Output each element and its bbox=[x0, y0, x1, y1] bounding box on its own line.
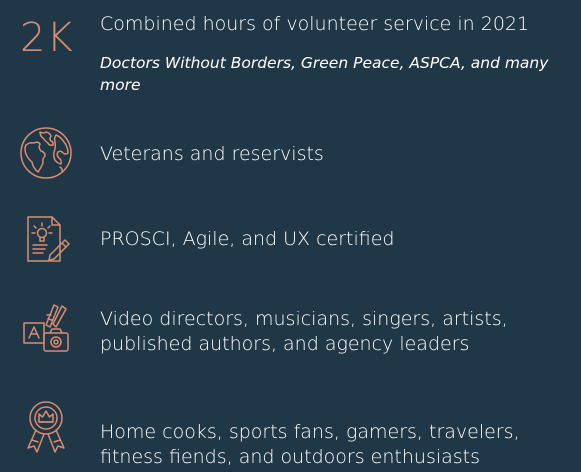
stat-text: Combined hours of volunteer service in 2… bbox=[100, 13, 530, 35]
creative-arts-icon bbox=[18, 301, 74, 357]
stat-number: 2K bbox=[20, 15, 74, 61]
item-text: Veterans and reservists bbox=[100, 143, 324, 165]
certificate-icon bbox=[18, 211, 74, 267]
award-ribbon-icon bbox=[18, 398, 74, 454]
globe-icon bbox=[18, 125, 74, 181]
item-text: Video directors, musicians, singers, art… bbox=[100, 308, 508, 355]
item-text: Home cooks, sports fans, gamers, travele… bbox=[100, 421, 520, 468]
item-text: PROSCI, Agile, and UX certified bbox=[100, 228, 395, 250]
stat-subtext: Doctors Without Borders, Green Peace, AS… bbox=[100, 54, 549, 94]
